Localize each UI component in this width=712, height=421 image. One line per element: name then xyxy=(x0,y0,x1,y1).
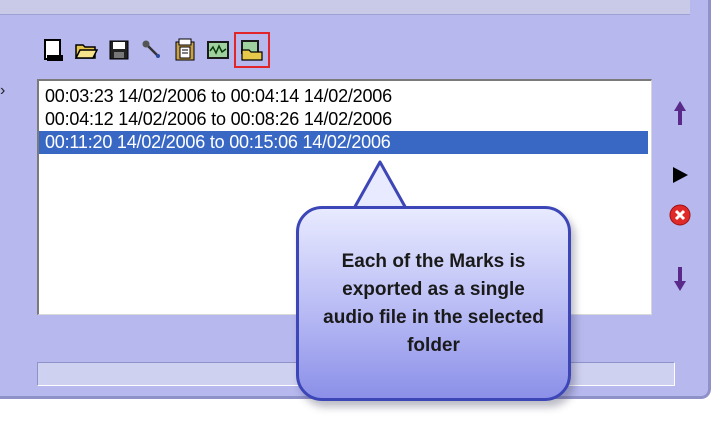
delete-button[interactable] xyxy=(668,202,692,228)
list-item[interactable]: 00:03:23 14/02/2006 to 00:04:14 14/02/20… xyxy=(39,85,651,108)
delete-icon xyxy=(669,204,691,226)
new-document-icon xyxy=(44,39,63,61)
toolbar xyxy=(40,32,277,68)
open-folder-button[interactable] xyxy=(73,37,99,63)
move-up-icon xyxy=(674,101,686,125)
play-button[interactable] xyxy=(668,162,692,188)
export-marks-button[interactable] xyxy=(234,32,270,68)
list-item-selected[interactable]: 00:11:20 14/02/2006 to 00:15:06 14/02/20… xyxy=(39,131,648,154)
callout-text: Each of the Marks is exported as a singl… xyxy=(323,250,544,356)
top-strip xyxy=(0,0,702,15)
wrench-icon xyxy=(142,40,160,58)
move-down-icon xyxy=(674,267,686,291)
clipboard-icon xyxy=(175,38,195,61)
edge-glyph: › xyxy=(0,82,6,99)
waveform-icon xyxy=(207,41,229,59)
clipboard-button[interactable] xyxy=(172,37,198,63)
callout-bubble: Each of the Marks is exported as a singl… xyxy=(296,206,571,401)
move-down-button[interactable] xyxy=(668,266,692,292)
waveform-button[interactable] xyxy=(205,37,231,63)
play-icon xyxy=(673,167,688,183)
save-button[interactable] xyxy=(106,37,132,63)
save-disk-icon xyxy=(109,40,129,60)
open-folder-icon xyxy=(74,44,98,59)
export-folder-icon xyxy=(241,40,263,61)
list-item[interactable]: 00:04:12 14/02/2006 to 00:08:26 14/02/20… xyxy=(39,108,651,131)
move-up-button[interactable] xyxy=(668,100,692,126)
new-document-button[interactable] xyxy=(40,37,66,63)
settings-button[interactable] xyxy=(139,37,165,63)
